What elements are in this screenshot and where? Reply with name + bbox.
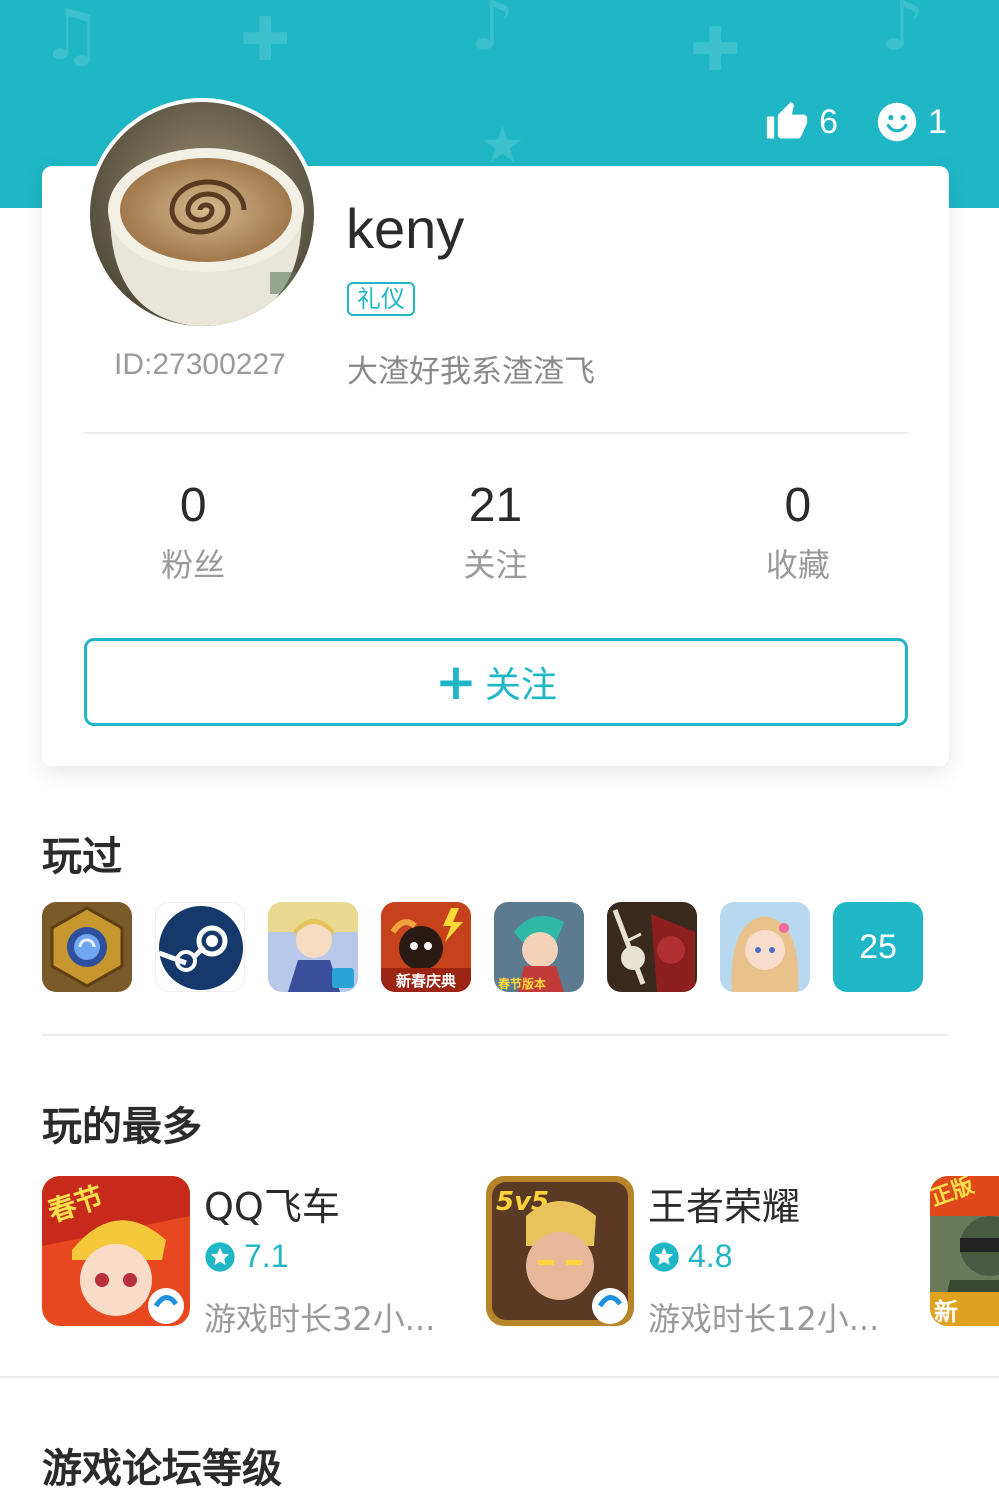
- follow-button[interactable]: + 关注: [84, 638, 908, 726]
- profile-counts: 0 粉丝 21 关注 0 收藏: [42, 478, 949, 584]
- smiley-face-icon: [877, 102, 917, 142]
- samurai-game-icon[interactable]: [607, 902, 697, 992]
- likes-count: 6: [819, 102, 839, 141]
- favorites-count[interactable]: 0 收藏: [647, 478, 949, 584]
- steam-icon[interactable]: [155, 902, 245, 992]
- game-badge-label: 新春庆典: [396, 972, 456, 990]
- following-count[interactable]: 21 关注: [344, 478, 646, 584]
- played-games-list: 新春庆典 春节版本 25: [42, 902, 923, 992]
- qq-speed-game-icon: 春节: [42, 1176, 190, 1326]
- honor-of-kings-game-icon: 5v5: [486, 1176, 634, 1326]
- plus-icon: +: [435, 653, 477, 711]
- gamepad-decoration-icon: ✚: [690, 15, 741, 85]
- count-label: 收藏: [765, 546, 830, 584]
- count-value: 0: [784, 479, 812, 532]
- spring-festival-game-icon[interactable]: 新春庆典: [381, 902, 471, 992]
- username: keny: [346, 197, 465, 260]
- game-rating: 7.1: [204, 1238, 288, 1275]
- star-rating-icon: [649, 1241, 679, 1272]
- star-rating-icon: [205, 1241, 235, 1272]
- anime-girl-game-icon[interactable]: [720, 902, 810, 992]
- most-played-item[interactable]: 5v5 王者荣耀 4.8 游戏时长12小...: [486, 1176, 906, 1338]
- game-rating: 4.8: [648, 1238, 732, 1275]
- music-note-decoration-icon: ♪: [880, 0, 925, 66]
- count-label: 关注: [463, 546, 528, 584]
- star-decoration-icon: ★: [480, 116, 525, 174]
- smiles-count: 1: [928, 102, 947, 141]
- music-note-decoration-icon: ♪: [470, 0, 515, 66]
- user-id: ID:27300227: [114, 348, 286, 381]
- coffee-cup-avatar-image: [90, 102, 314, 326]
- most-played-item[interactable]: 春节 QQ飞车 7.1 游戏时长32小...: [42, 1176, 462, 1338]
- game-name: 王者荣耀: [648, 1185, 801, 1229]
- game-playtime: 游戏时长32小...: [204, 1300, 436, 1338]
- game-name: QQ飞车: [204, 1185, 340, 1229]
- follow-button-label: 关注: [484, 665, 557, 706]
- pubg-game-icon: 正版 新: [930, 1176, 999, 1326]
- user-tag-badge[interactable]: 礼仪: [347, 282, 415, 316]
- game-badge-label: 春节版本: [497, 976, 546, 991]
- section-divider: [0, 1376, 999, 1378]
- game-playtime: 游戏时长12小...: [648, 1300, 880, 1338]
- rating-value: 4.8: [688, 1238, 733, 1274]
- section-divider: [42, 1034, 949, 1036]
- count-label: 粉丝: [161, 546, 226, 584]
- thumbs-up-icon: [766, 101, 808, 139]
- forum-level-section-title: 游戏论坛等级: [42, 1446, 282, 1492]
- rating-value: 7.1: [244, 1238, 289, 1274]
- most-played-item[interactable]: 正版 新: [930, 1176, 999, 1326]
- avatar[interactable]: [86, 98, 318, 330]
- fate-grand-order-icon[interactable]: [268, 902, 358, 992]
- count-value: 21: [468, 479, 523, 532]
- header-stats: 6 1: [765, 100, 947, 144]
- played-section-title: 玩过: [42, 834, 122, 880]
- most-played-section-title: 玩的最多: [42, 1104, 202, 1150]
- music-note-decoration-icon: ♫: [40, 0, 103, 76]
- hearthstone-icon[interactable]: [42, 902, 132, 992]
- game-badge-label: 新: [934, 1298, 958, 1326]
- anime-hero-game-icon[interactable]: 春节版本: [494, 902, 584, 992]
- likes-stat[interactable]: 6: [765, 100, 838, 144]
- followers-count[interactable]: 0 粉丝: [42, 478, 344, 584]
- gamepad-decoration-icon: ✚: [240, 5, 291, 75]
- count-value: 0: [179, 479, 207, 532]
- user-signature: 大渣好我系渣渣飞: [347, 354, 595, 390]
- card-divider: [84, 432, 908, 434]
- more-games-button[interactable]: 25: [833, 902, 923, 992]
- smiles-stat[interactable]: 1: [876, 101, 947, 143]
